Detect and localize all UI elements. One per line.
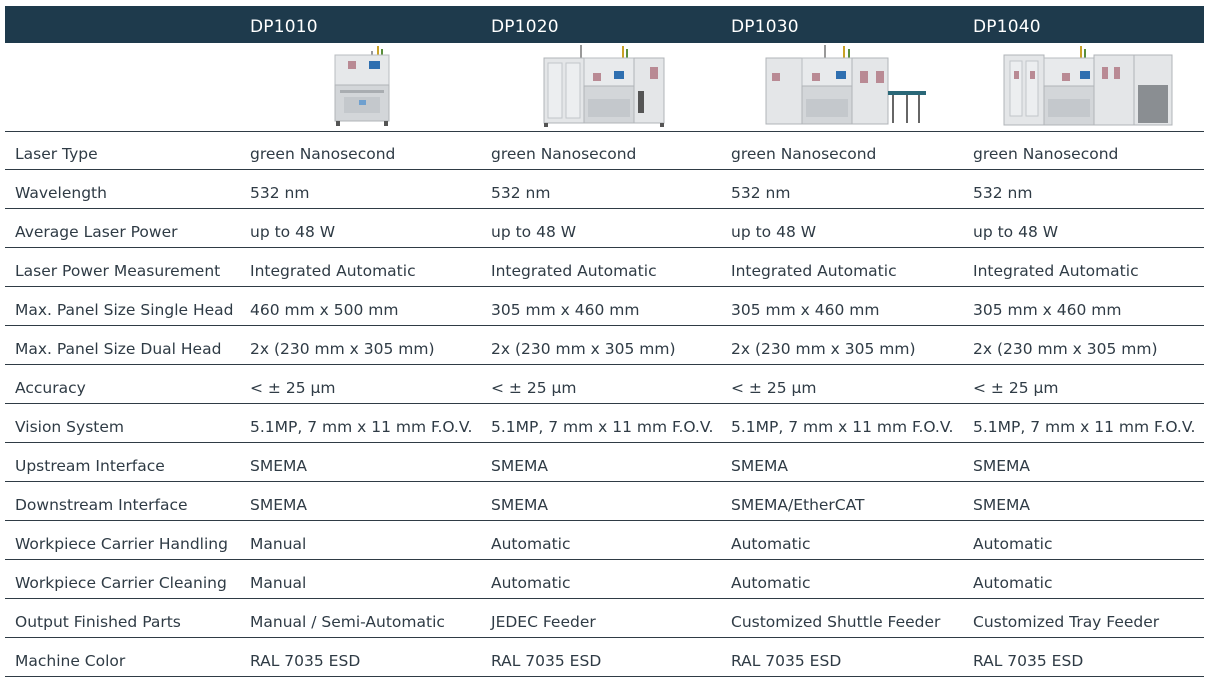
table-header: DP1010 DP1020 DP1030 DP1040 [5, 6, 1204, 43]
row-label: Laser Power Measurement [15, 262, 221, 280]
cell-dp1010: 532 nm [250, 184, 310, 202]
cell-dp1040: 532 nm [973, 184, 1033, 202]
row-label: Output Finished Parts [15, 613, 181, 631]
machine-dp1010-image [334, 46, 390, 126]
cell-dp1030: Automatic [731, 535, 811, 553]
machine-image-row [5, 43, 1204, 132]
table-row: Max. Panel Size Dual Head 2x (230 mm x 3… [5, 326, 1204, 365]
row-label: Average Laser Power [15, 223, 178, 241]
cell-dp1020: 532 nm [491, 184, 551, 202]
cell-dp1030: Automatic [731, 574, 811, 592]
table-row: Laser Power Measurement Integrated Autom… [5, 248, 1204, 287]
cell-dp1020: < ± 25 µm [491, 379, 577, 397]
row-label: Vision System [15, 418, 124, 436]
cell-dp1040: < ± 25 µm [973, 379, 1059, 397]
row-label: Wavelength [15, 184, 107, 202]
cell-dp1040: 2x (230 mm x 305 mm) [973, 340, 1158, 358]
table-row: Downstream Interface SMEMA SMEMA SMEMA/E… [5, 482, 1204, 521]
cell-dp1020: SMEMA [491, 457, 548, 475]
cell-dp1010: Manual [250, 535, 307, 553]
cell-dp1030: < ± 25 µm [731, 379, 817, 397]
cell-dp1020: RAL 7035 ESD [491, 652, 602, 670]
machine-dp1030-image [765, 45, 926, 125]
cell-dp1020: Automatic [491, 574, 571, 592]
machine-dp1020-image [543, 45, 665, 127]
row-label: Accuracy [15, 379, 86, 397]
cell-dp1030: 532 nm [731, 184, 791, 202]
table-row: Max. Panel Size Single Head 460 mm x 500… [5, 287, 1204, 326]
cell-dp1020: 2x (230 mm x 305 mm) [491, 340, 676, 358]
cell-dp1010: < ± 25 µm [250, 379, 336, 397]
cell-dp1010: 5.1MP, 7 mm x 11 mm F.O.V. [250, 418, 473, 436]
cell-dp1040: Automatic [973, 535, 1053, 553]
table-row: Output Finished Parts Manual / Semi-Auto… [5, 599, 1204, 638]
spec-table: DP1010 DP1020 DP1030 DP1040 Laser Type g… [0, 0, 1209, 681]
cell-dp1030: up to 48 W [731, 223, 817, 241]
cell-dp1040: 305 mm x 460 mm [973, 301, 1122, 319]
cell-dp1040: 5.1MP, 7 mm x 11 mm F.O.V. [973, 418, 1196, 436]
machine-dp1040-image [1003, 46, 1173, 126]
table-row: Workpiece Carrier Handling Manual Automa… [5, 521, 1204, 560]
cell-dp1010: up to 48 W [250, 223, 336, 241]
spec-rows: Laser Type green Nanosecond green Nanose… [5, 131, 1204, 677]
cell-dp1040: SMEMA [973, 457, 1030, 475]
table-row: Machine Color RAL 7035 ESD RAL 7035 ESD … [5, 638, 1204, 677]
cell-dp1040: SMEMA [973, 496, 1030, 514]
cell-dp1030: Integrated Automatic [731, 262, 897, 280]
cell-dp1010: SMEMA [250, 496, 307, 514]
table-row: Workpiece Carrier Cleaning Manual Automa… [5, 560, 1204, 599]
cell-dp1040: Integrated Automatic [973, 262, 1139, 280]
cell-dp1040: RAL 7035 ESD [973, 652, 1084, 670]
cell-dp1040: up to 48 W [973, 223, 1059, 241]
cell-dp1020: JEDEC Feeder [491, 613, 596, 631]
cell-dp1030: Customized Shuttle Feeder [731, 613, 941, 631]
row-label: Workpiece Carrier Cleaning [15, 574, 227, 592]
row-label: Downstream Interface [15, 496, 188, 514]
cell-dp1030: SMEMA/EtherCAT [731, 496, 865, 514]
cell-dp1010: green Nanosecond [250, 145, 396, 163]
row-label: Laser Type [15, 145, 98, 163]
cell-dp1010: 2x (230 mm x 305 mm) [250, 340, 435, 358]
row-label: Workpiece Carrier Handling [15, 535, 228, 553]
cell-dp1030: SMEMA [731, 457, 788, 475]
row-label: Max. Panel Size Dual Head [15, 340, 222, 358]
model-header-dp1030: DP1030 [731, 17, 799, 37]
table-row: Laser Type green Nanosecond green Nanose… [5, 131, 1204, 170]
row-label: Machine Color [15, 652, 126, 670]
cell-dp1030: 5.1MP, 7 mm x 11 mm F.O.V. [731, 418, 954, 436]
row-label: Upstream Interface [15, 457, 165, 475]
model-header-dp1040: DP1040 [973, 17, 1041, 37]
table-row: Accuracy < ± 25 µm < ± 25 µm < ± 25 µm <… [5, 365, 1204, 404]
cell-dp1040: Customized Tray Feeder [973, 613, 1160, 631]
cell-dp1020: Automatic [491, 535, 571, 553]
table-row: Wavelength 532 nm 532 nm 532 nm 532 nm [5, 170, 1204, 209]
cell-dp1030: 305 mm x 460 mm [731, 301, 880, 319]
model-header-dp1020: DP1020 [491, 17, 559, 37]
cell-dp1010: Manual / Semi-Automatic [250, 613, 445, 631]
cell-dp1040: Automatic [973, 574, 1053, 592]
cell-dp1010: RAL 7035 ESD [250, 652, 361, 670]
cell-dp1020: green Nanosecond [491, 145, 637, 163]
cell-dp1010: 460 mm x 500 mm [250, 301, 399, 319]
table-row: Average Laser Power up to 48 W up to 48 … [5, 209, 1204, 248]
table-row: Upstream Interface SMEMA SMEMA SMEMA SME… [5, 443, 1204, 482]
cell-dp1020: Integrated Automatic [491, 262, 657, 280]
cell-dp1020: 5.1MP, 7 mm x 11 mm F.O.V. [491, 418, 714, 436]
cell-dp1020: up to 48 W [491, 223, 577, 241]
cell-dp1010: Integrated Automatic [250, 262, 416, 280]
cell-dp1040: green Nanosecond [973, 145, 1119, 163]
row-label: Max. Panel Size Single Head [15, 301, 234, 319]
model-header-dp1010: DP1010 [250, 17, 318, 37]
cell-dp1030: 2x (230 mm x 305 mm) [731, 340, 916, 358]
cell-dp1020: SMEMA [491, 496, 548, 514]
cell-dp1030: green Nanosecond [731, 145, 877, 163]
cell-dp1020: 305 mm x 460 mm [491, 301, 640, 319]
table-row: Vision System 5.1MP, 7 mm x 11 mm F.O.V.… [5, 404, 1204, 443]
cell-dp1030: RAL 7035 ESD [731, 652, 842, 670]
cell-dp1010: Manual [250, 574, 307, 592]
cell-dp1010: SMEMA [250, 457, 307, 475]
